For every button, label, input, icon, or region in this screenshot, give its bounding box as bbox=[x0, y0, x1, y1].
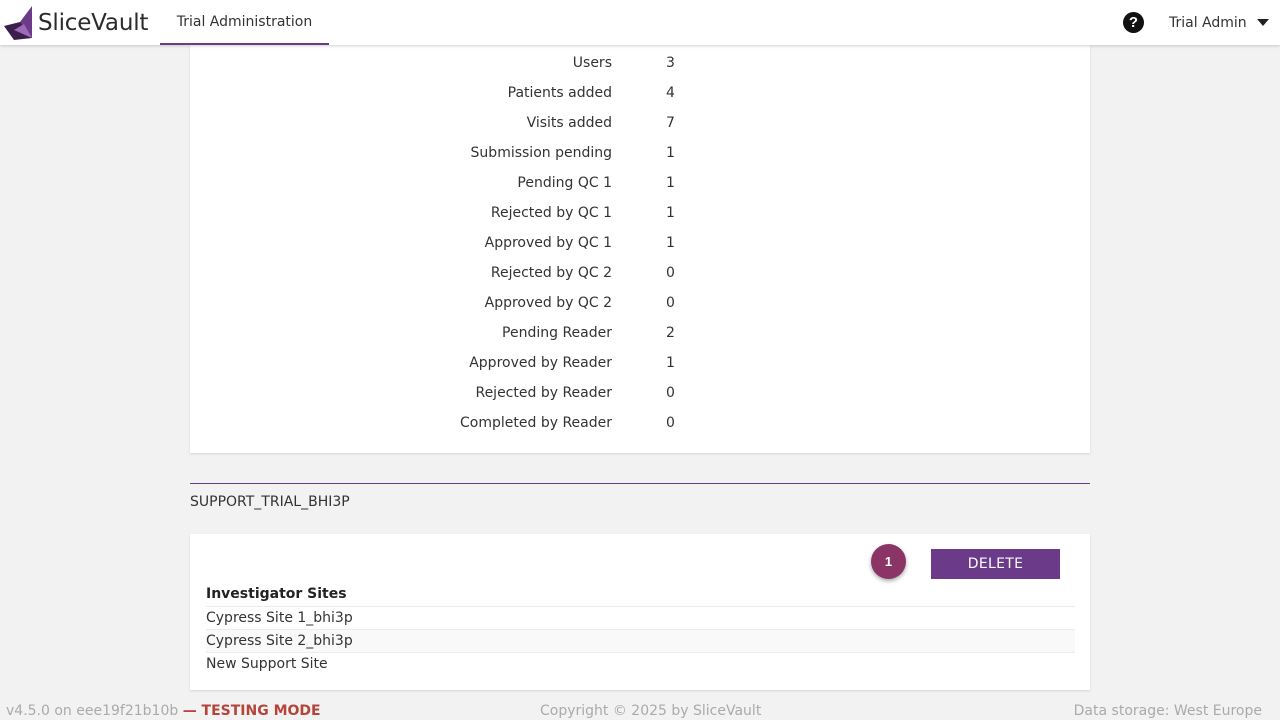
stat-value: 1 bbox=[666, 145, 675, 161]
trial-name: SUPPORT_TRIAL_BHI3P bbox=[190, 494, 350, 510]
stat-row: Users 3 bbox=[190, 48, 1090, 78]
help-icon[interactable]: ? bbox=[1123, 12, 1144, 33]
app-name: SliceVault bbox=[38, 10, 149, 36]
slicevault-logo-icon bbox=[4, 6, 32, 40]
stat-label: Patients added bbox=[507, 85, 612, 101]
stat-value: 7 bbox=[666, 115, 675, 131]
stat-label: Rejected by QC 2 bbox=[490, 265, 612, 281]
stat-label: Approved by QC 1 bbox=[484, 235, 612, 251]
stat-row: Pending QC 1 1 bbox=[190, 168, 1090, 198]
stat-label: Pending Reader bbox=[502, 325, 612, 341]
trial-statistics-card: Users 3 Patients added 4 Visits added 7 Submis… bbox=[190, 45, 1090, 453]
stat-row: Patients added 4 bbox=[190, 78, 1090, 108]
investigator-sites-card: 1 DELETE Investigator Sites Cypress Site… bbox=[190, 534, 1090, 690]
stat-label: Completed by Reader bbox=[460, 415, 612, 431]
site-row[interactable]: Cypress Site 2_bhi3p bbox=[206, 629, 1075, 652]
testing-mode-label: — TESTING MODE bbox=[182, 703, 321, 719]
stat-row: Rejected by QC 1 1 bbox=[190, 198, 1090, 228]
stat-row: Submission pending 1 bbox=[190, 138, 1090, 168]
stat-row: Rejected by Reader 0 bbox=[190, 378, 1090, 408]
user-name: Trial Admin bbox=[1169, 14, 1247, 31]
stat-value: 0 bbox=[666, 265, 675, 281]
version-text: v4.5.0 on eee19f21b10b bbox=[6, 703, 179, 719]
stat-value: 1 bbox=[666, 355, 675, 371]
stat-label: Submission pending bbox=[470, 145, 612, 161]
stat-value: 0 bbox=[666, 295, 675, 311]
footer: v4.5.0 on eee19f21b10b — TESTING MODE Co… bbox=[0, 703, 1280, 720]
stat-label: Rejected by Reader bbox=[475, 385, 612, 401]
footer-copyright: Copyright © 2025 by SliceVault bbox=[540, 703, 762, 719]
stat-value: 3 bbox=[666, 55, 675, 71]
site-row[interactable]: New Support Site bbox=[206, 652, 1075, 675]
stat-value: 1 bbox=[666, 205, 675, 221]
stat-row: Approved by QC 2 0 bbox=[190, 288, 1090, 318]
stat-value: 2 bbox=[666, 325, 675, 341]
stat-row: Completed by Reader 0 bbox=[190, 408, 1090, 438]
stat-row: Approved by QC 1 1 bbox=[190, 228, 1090, 258]
stat-value: 1 bbox=[666, 175, 675, 191]
footer-version: v4.5.0 on eee19f21b10b — TESTING MODE bbox=[6, 703, 321, 719]
delete-button[interactable]: DELETE bbox=[931, 549, 1060, 579]
stat-label: Rejected by QC 1 bbox=[490, 205, 612, 221]
stat-value: 1 bbox=[666, 235, 675, 251]
tab-trial-administration[interactable]: Trial Administration bbox=[160, 0, 329, 45]
notification-badge[interactable]: 1 bbox=[871, 544, 906, 579]
sites-heading: Investigator Sites bbox=[206, 586, 347, 602]
footer-storage: Data storage: West Europe bbox=[1073, 703, 1262, 719]
site-row[interactable]: Cypress Site 1_bhi3p bbox=[206, 606, 1075, 629]
stat-value: 0 bbox=[666, 385, 675, 401]
top-bar: SliceVault Trial Administration ? Trial … bbox=[0, 0, 1280, 45]
caret-down-icon bbox=[1256, 19, 1269, 26]
stat-label: Approved by QC 2 bbox=[484, 295, 612, 311]
app-logo[interactable]: SliceVault bbox=[4, 4, 148, 42]
stat-value: 0 bbox=[666, 415, 675, 431]
stat-label: Visits added bbox=[526, 115, 612, 131]
user-menu[interactable]: Trial Admin bbox=[1169, 0, 1269, 45]
stat-label: Users bbox=[572, 55, 612, 71]
stat-label: Approved by Reader bbox=[469, 355, 612, 371]
stat-label: Pending QC 1 bbox=[517, 175, 612, 191]
stat-row: Pending Reader 2 bbox=[190, 318, 1090, 348]
trial-divider bbox=[190, 483, 1090, 484]
stat-row: Approved by Reader 1 bbox=[190, 348, 1090, 378]
stat-value: 4 bbox=[666, 85, 675, 101]
stat-row: Visits added 7 bbox=[190, 108, 1090, 138]
stat-row: Rejected by QC 2 0 bbox=[190, 258, 1090, 288]
